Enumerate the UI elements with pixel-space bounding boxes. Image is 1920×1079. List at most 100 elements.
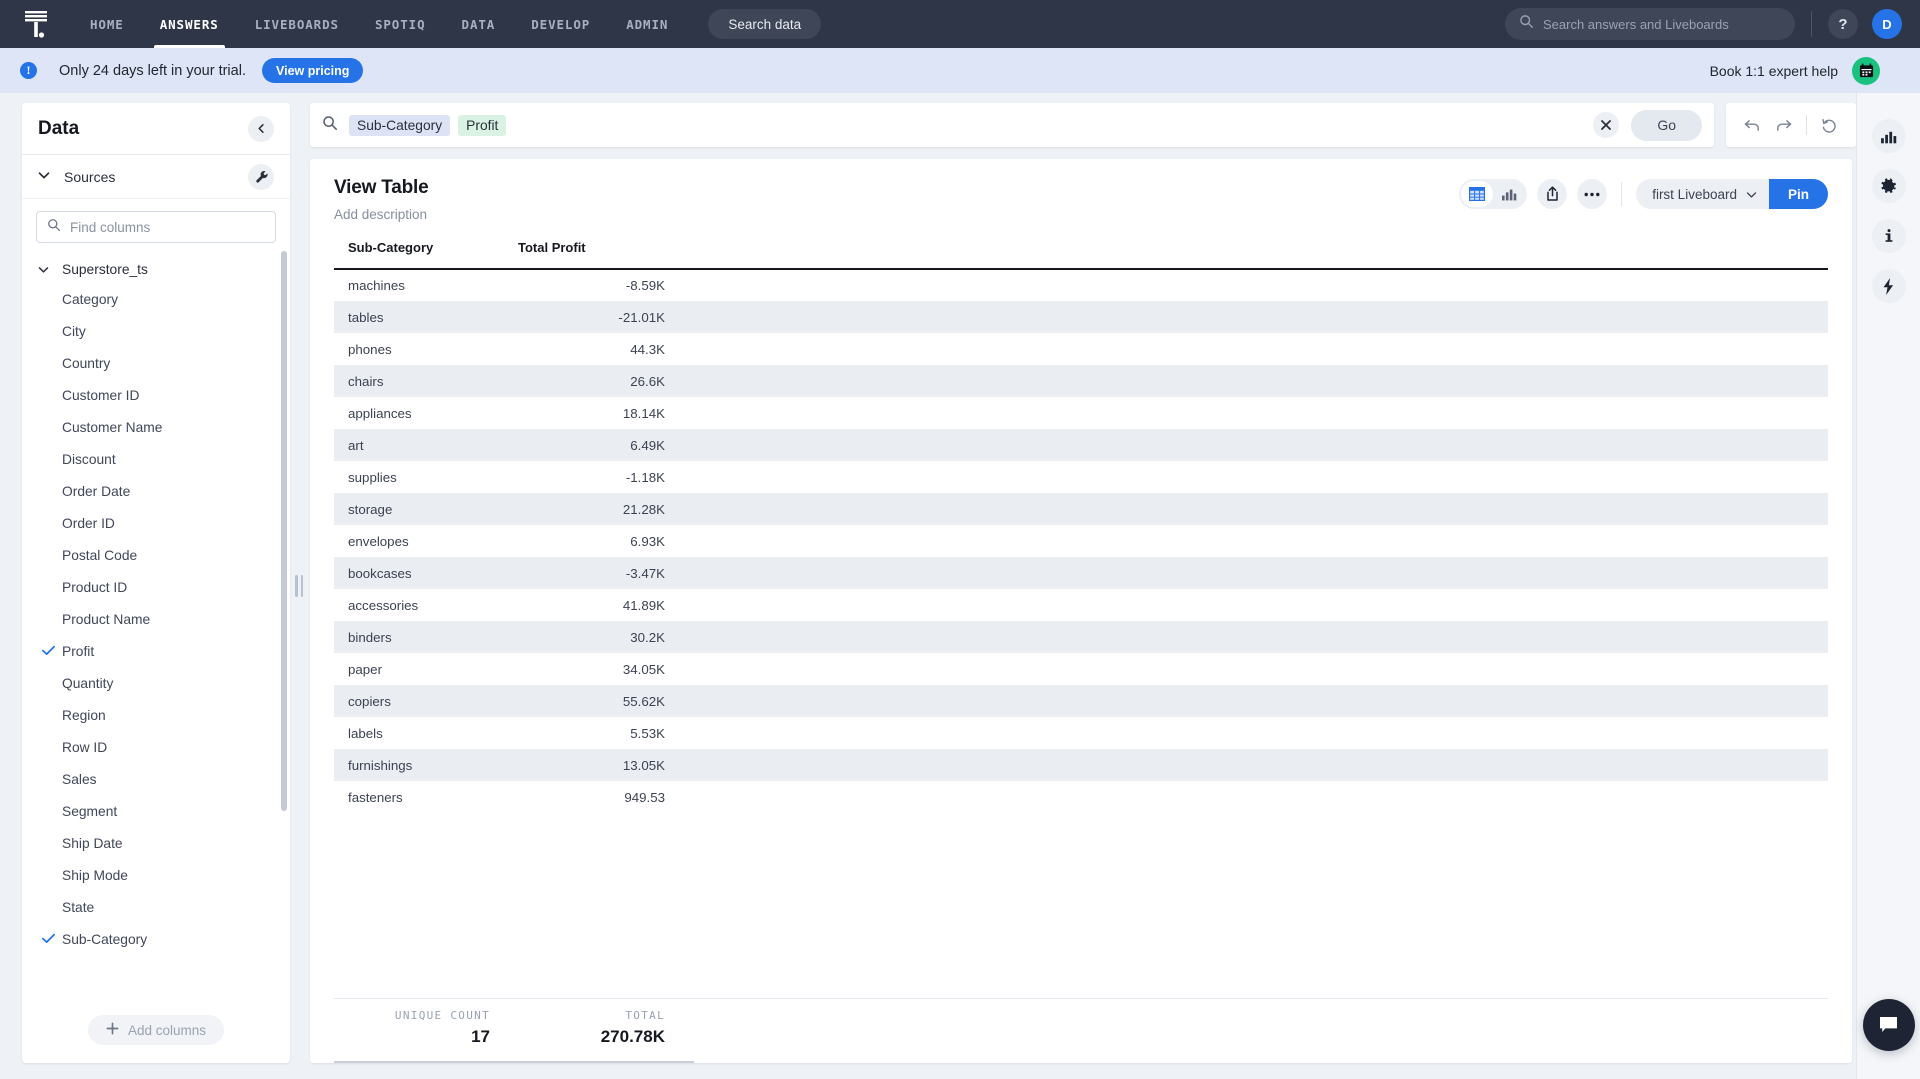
column-item-order-id[interactable]: Order ID xyxy=(22,508,290,540)
table-row[interactable]: tables -21.01K xyxy=(334,301,1828,333)
table-row[interactable]: furnishings 13.05K xyxy=(334,749,1828,781)
cell-sub-category: paper xyxy=(348,661,383,677)
calendar-icon[interactable] xyxy=(1852,56,1880,85)
check-icon xyxy=(42,643,55,662)
close-icon[interactable] xyxy=(1593,112,1620,138)
visualization-toggle xyxy=(1459,179,1528,209)
nav-item-liveboards[interactable]: LIVEBOARDS xyxy=(237,0,357,48)
query-token-sub-category[interactable]: Sub-Category xyxy=(349,114,451,136)
column-item-discount[interactable]: Discount xyxy=(22,444,290,476)
column-item-customer-name[interactable]: Customer Name xyxy=(22,412,290,444)
nav-item-answers[interactable]: ANSWERS xyxy=(142,0,237,48)
more-horizontal-icon[interactable] xyxy=(1577,179,1608,209)
global-search-input[interactable]: Search answers and Liveboards xyxy=(1505,8,1795,40)
column-item-ship-date[interactable]: Ship Date xyxy=(22,828,290,860)
column-item-profit[interactable]: Profit xyxy=(22,636,290,668)
cell-total-profit: 55.62K xyxy=(622,693,665,709)
column-item-postal-code[interactable]: Postal Code xyxy=(22,540,290,572)
sidebar-scrollbar[interactable] xyxy=(281,249,287,1003)
column-item-row-id[interactable]: Row ID xyxy=(22,732,290,764)
column-item-product-id[interactable]: Product ID xyxy=(22,572,290,604)
column-item-ship-mode[interactable]: Ship Mode xyxy=(22,860,290,892)
column-item-segment[interactable]: Segment xyxy=(22,796,290,828)
column-item-sub-category[interactable]: Sub-Category xyxy=(22,924,290,956)
nav-label: LIVEBOARDS xyxy=(254,16,339,32)
column-item-city[interactable]: City xyxy=(22,316,290,348)
nav-item-develop[interactable]: DEVELOP xyxy=(513,0,608,48)
book-expert-help-link[interactable]: Book 1:1 expert help xyxy=(1710,63,1838,79)
table-view-icon[interactable] xyxy=(1461,181,1494,207)
column-item-sales[interactable]: Sales xyxy=(22,764,290,796)
global-search-placeholder: Search answers and Liveboards xyxy=(1543,16,1729,32)
nav-item-spotiq[interactable]: SPOTIQ xyxy=(357,0,444,48)
find-columns-box[interactable] xyxy=(36,211,276,243)
bar-chart-icon[interactable] xyxy=(1871,119,1906,153)
columns-scroll-area[interactable]: Superstore_ts Category City Country Cust… xyxy=(22,249,290,1003)
avatar[interactable]: D xyxy=(1872,9,1902,39)
column-item-order-date[interactable]: Order Date xyxy=(22,476,290,508)
cell-sub-category: machines xyxy=(348,278,405,293)
wrench-icon[interactable] xyxy=(248,163,274,190)
nav-item-home[interactable]: HOME xyxy=(72,0,142,48)
table-row[interactable]: accessories 41.89K xyxy=(334,589,1828,621)
chat-bubble-icon[interactable] xyxy=(1862,999,1915,1051)
column-item-category[interactable]: Category xyxy=(22,284,290,316)
sidebar-scrollbar-thumb[interactable] xyxy=(281,251,287,811)
thoughtspot-logo-icon[interactable] xyxy=(0,9,72,39)
table-row[interactable]: storage 21.28K xyxy=(334,493,1828,525)
info-icon[interactable] xyxy=(1871,219,1906,253)
pin-button[interactable]: Pin xyxy=(1768,179,1828,209)
find-columns-input[interactable] xyxy=(70,219,265,235)
column-header-sub-category[interactable]: Sub-Category xyxy=(334,240,504,270)
undo-icon[interactable] xyxy=(1744,118,1761,133)
nav-item-admin[interactable]: ADMIN xyxy=(608,0,686,48)
search-data-button[interactable]: Search data xyxy=(708,9,822,39)
table-row[interactable]: envelopes 6.93K xyxy=(334,525,1828,557)
column-item-product-name[interactable]: Product Name xyxy=(22,604,290,636)
column-item-state[interactable]: State xyxy=(22,892,290,924)
cell-sub-category: chairs xyxy=(348,373,384,389)
column-item-region[interactable]: Region xyxy=(22,700,290,732)
reset-icon[interactable] xyxy=(1821,117,1838,134)
table-row[interactable]: binders 30.2K xyxy=(334,621,1828,653)
cell-total-profit: 5.53K xyxy=(630,725,665,741)
column-label: Profit xyxy=(62,644,95,659)
table-row[interactable]: chairs 26.6K xyxy=(334,365,1828,397)
table-row[interactable]: fasteners 949.53 xyxy=(334,781,1828,813)
table-row[interactable]: art 6.49K xyxy=(334,429,1828,461)
liveboard-select[interactable]: first Liveboard xyxy=(1636,179,1769,209)
column-item-customer-id[interactable]: Customer ID xyxy=(22,380,290,412)
table-row[interactable]: paper 34.05K xyxy=(334,653,1828,685)
cell-total-profit: 34.05K xyxy=(622,661,665,677)
lightning-bolt-icon[interactable] xyxy=(1871,269,1906,303)
table-row[interactable]: copiers 55.62K xyxy=(334,685,1828,717)
nav-item-data[interactable]: DATA xyxy=(444,0,514,48)
sources-section-header[interactable]: Sources xyxy=(22,155,290,199)
sidebar-resize-handle[interactable] xyxy=(292,566,306,606)
gear-icon[interactable] xyxy=(1871,169,1906,203)
table-row[interactable]: labels 5.53K xyxy=(334,717,1828,749)
table-row[interactable]: machines -8.59K xyxy=(334,269,1828,301)
source-node-superstore[interactable]: Superstore_ts xyxy=(22,255,290,284)
column-item-country[interactable]: Country xyxy=(22,348,290,380)
add-description-link[interactable]: Add description xyxy=(334,207,428,222)
help-button[interactable]: ? xyxy=(1828,9,1858,39)
query-search-bar[interactable]: Sub-Category Profit Go xyxy=(310,103,1714,147)
share-icon[interactable] xyxy=(1537,179,1568,209)
table-row[interactable]: bookcases -3.47K xyxy=(334,557,1828,589)
chevron-left-icon[interactable] xyxy=(248,115,274,142)
table-row[interactable]: appliances 18.14K xyxy=(334,397,1828,429)
cell-total-profit: -3.47K xyxy=(625,565,665,581)
view-pricing-button[interactable]: View pricing xyxy=(261,58,364,83)
column-header-total-profit[interactable]: Total Profit xyxy=(504,240,679,270)
table-row[interactable]: supplies -1.18K xyxy=(334,461,1828,493)
answer-title-block: View Table Add description xyxy=(334,177,429,222)
query-token-profit[interactable]: Profit xyxy=(458,114,507,136)
add-columns-button[interactable]: Add columns xyxy=(87,1015,225,1045)
go-button[interactable]: Go xyxy=(1631,109,1702,141)
redo-icon[interactable] xyxy=(1775,118,1792,133)
table-row[interactable]: phones 44.3K xyxy=(334,333,1828,365)
column-item-quantity[interactable]: Quantity xyxy=(22,668,290,700)
bar-chart-icon[interactable] xyxy=(1493,181,1525,207)
cell-sub-category: furnishings xyxy=(348,757,413,773)
